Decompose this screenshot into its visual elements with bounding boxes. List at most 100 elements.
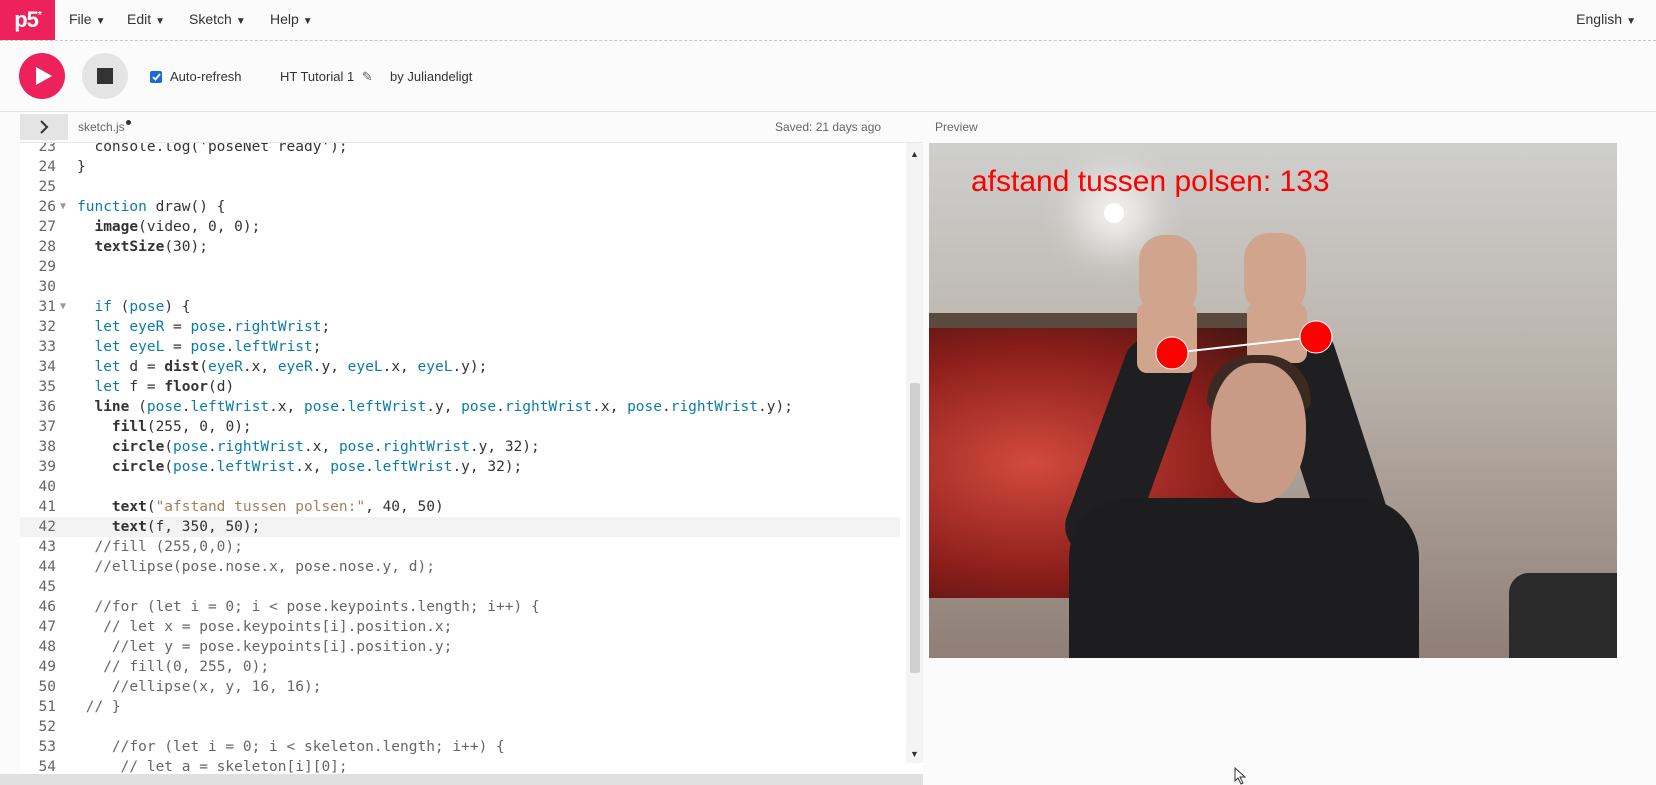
code-line[interactable]: 40 <box>20 477 900 497</box>
code-line[interactable]: 29 <box>20 257 900 277</box>
code-text[interactable]: let d = dist(eyeR.x, eyeR.y, eyeL.x, eye… <box>77 357 487 377</box>
code-text[interactable]: //for (let i = 0; i < pose.keypoints.len… <box>77 597 539 617</box>
code-text[interactable]: fill(255, 0, 0); <box>77 417 252 437</box>
line-number: 41 <box>38 499 56 515</box>
code-editor[interactable]: 23 console.log('poseNet ready'); 24} 25 26 ▼… <box>20 142 923 778</box>
code-text[interactable]: //ellipse(pose.nose.x, pose.nose.y, d); <box>77 557 434 577</box>
code-text[interactable]: // } <box>77 697 121 717</box>
code-line[interactable]: 50 //ellipse(x, y, 16, 16); <box>20 677 900 697</box>
code-text[interactable]: let eyeR = pose.rightWrist; <box>77 317 330 337</box>
code-line[interactable]: 41 text("afstand tussen polsen:", 40, 50… <box>20 497 900 517</box>
code-text[interactable]: console.log('poseNet ready'); <box>77 143 347 157</box>
code-text[interactable]: textSize(30); <box>77 237 208 257</box>
code-line[interactable]: 37 fill(255, 0, 0); <box>20 417 900 437</box>
line-number: 43 <box>38 539 56 555</box>
code-text[interactable]: let eyeL = pose.leftWrist; <box>77 337 321 357</box>
fold-arrow-icon[interactable]: ▼ <box>60 297 66 317</box>
code-line[interactable]: 53 //for (let i = 0; i < skeleton.length… <box>20 737 900 757</box>
code-text[interactable]: function draw() { <box>77 197 225 217</box>
line-number: 38 <box>38 439 56 455</box>
line-number: 51 <box>38 699 56 715</box>
code-line[interactable]: 49 // fill(0, 255, 0); <box>20 657 900 677</box>
autorefresh-toggle[interactable]: Auto-refresh <box>150 69 242 84</box>
code-text[interactable]: // fill(0, 255, 0); <box>77 657 269 677</box>
code-line[interactable]: 51 // } <box>20 697 900 717</box>
code-line[interactable]: 33 let eyeL = pose.leftWrist; <box>20 337 900 357</box>
code-line[interactable]: 23 console.log('poseNet ready'); <box>20 142 900 157</box>
line-number: 28 <box>38 239 56 255</box>
code-line[interactable]: 24} <box>20 157 900 177</box>
code-line[interactable]: 28 textSize(30); <box>20 237 900 257</box>
stop-button[interactable] <box>82 53 128 99</box>
author-byline[interactable]: by Juliandeligt <box>390 69 472 84</box>
code-line[interactable]: 34 let d = dist(eyeR.x, eyeR.y, eyeL.x, … <box>20 357 900 377</box>
preview-canvas[interactable]: afstand tussen polsen: 133 <box>929 143 1617 658</box>
chevron-down-icon: ▼ <box>235 16 246 27</box>
code-line[interactable]: 48 //let y = pose.keypoints[i].position.… <box>20 637 900 657</box>
file-tab[interactable]: sketch.js <box>78 120 131 134</box>
code-text[interactable]: text("afstand tussen polsen:", 40, 50) <box>77 497 444 517</box>
scrollbar-thumb[interactable] <box>910 383 920 673</box>
code-line[interactable]: 35 let f = floor(d) <box>20 377 900 397</box>
code-line[interactable]: 43 //fill (255,0,0); <box>20 537 900 557</box>
chevron-down-icon: ▼ <box>155 16 166 27</box>
code-text[interactable]: //let y = pose.keypoints[i].position.y; <box>77 637 452 657</box>
fold-arrow-icon[interactable]: ▼ <box>60 197 66 217</box>
code-line[interactable]: 32 let eyeR = pose.rightWrist; <box>20 317 900 337</box>
play-button[interactable] <box>19 53 65 99</box>
autorefresh-label: Auto-refresh <box>170 69 242 84</box>
p5-logo[interactable]: p5 * <box>0 0 55 40</box>
code-text[interactable]: text(f, 350, 50); <box>77 517 260 537</box>
file-bar: sketch.js Saved: 21 days ago Preview <box>0 112 1656 142</box>
sketch-name[interactable]: HT Tutorial 1 ✎ <box>280 69 373 85</box>
line-number: 49 <box>38 659 56 675</box>
scroll-up-icon[interactable]: ▲ <box>910 149 919 159</box>
mouse-cursor-icon <box>1234 767 1247 785</box>
code-line[interactable]: 30 <box>20 277 900 297</box>
saved-status: Saved: 21 days ago <box>775 120 882 134</box>
code-line[interactable]: 38 circle(pose.rightWrist.x, pose.rightW… <box>20 437 900 457</box>
code-line[interactable]: 39 circle(pose.leftWrist.x, pose.leftWri… <box>20 457 900 477</box>
pencil-icon[interactable]: ✎ <box>362 69 373 84</box>
menu-file[interactable]: File ▼ <box>69 11 105 27</box>
code-text[interactable]: let f = floor(d) <box>77 377 234 397</box>
code-text[interactable]: line (pose.leftWrist.x, pose.leftWrist.y… <box>77 397 792 417</box>
code-line[interactable]: 31 ▼ if (pose) { <box>20 297 900 317</box>
editor-scrollbar[interactable]: ▲ ▼ <box>906 143 923 763</box>
code-line[interactable]: 46 //for (let i = 0; i < pose.keypoints.… <box>20 597 900 617</box>
sidebar-toggle-button[interactable] <box>20 114 68 140</box>
code-text[interactable]: // let x = pose.keypoints[i].position.x; <box>77 617 452 637</box>
checkbox-checked-icon[interactable] <box>150 70 162 83</box>
menu-sketch[interactable]: Sketch ▼ <box>189 11 246 27</box>
line-number: 44 <box>38 559 56 575</box>
left-wrist-circle <box>1299 320 1333 354</box>
horizontal-scrollbar[interactable] <box>0 774 923 785</box>
line-number: 36 <box>38 399 56 415</box>
code-line[interactable]: 27 image(video, 0, 0); <box>20 217 900 237</box>
code-line[interactable]: 36 line (pose.leftWrist.x, pose.leftWris… <box>20 397 900 417</box>
code-text[interactable]: circle(pose.leftWrist.x, pose.leftWrist.… <box>77 457 522 477</box>
code-line[interactable]: 26 ▼ function draw() { <box>20 197 900 217</box>
line-number: 23 <box>38 142 56 155</box>
menu-edit[interactable]: Edit ▼ <box>127 11 165 27</box>
code-line[interactable]: 45 <box>20 577 900 597</box>
code-line[interactable]: 25 <box>20 177 900 197</box>
language-menu[interactable]: English ▼ <box>1576 11 1636 27</box>
code-line[interactable]: 52 <box>20 717 900 737</box>
code-text[interactable]: if (pose) { <box>77 297 190 317</box>
line-number: 52 <box>38 719 56 735</box>
chevron-down-icon: ▼ <box>1626 16 1636 27</box>
code-text[interactable]: //ellipse(x, y, 16, 16); <box>77 677 322 697</box>
scroll-down-icon[interactable]: ▼ <box>910 749 919 759</box>
menu-help[interactable]: Help ▼ <box>270 11 313 27</box>
code-line[interactable]: 44 //ellipse(pose.nose.x, pose.nose.y, d… <box>20 557 900 577</box>
line-number: 31 <box>38 299 56 315</box>
code-text[interactable]: image(video, 0, 0); <box>77 217 260 237</box>
code-text[interactable]: //for (let i = 0; i < skeleton.length; i… <box>77 737 505 757</box>
line-number: 24 <box>38 159 56 175</box>
code-line[interactable]: 42 text(f, 350, 50); <box>20 517 900 537</box>
code-text[interactable]: } <box>77 157 86 177</box>
code-text[interactable]: circle(pose.rightWrist.x, pose.rightWris… <box>77 437 540 457</box>
code-line[interactable]: 47 // let x = pose.keypoints[i].position… <box>20 617 900 637</box>
code-text[interactable]: //fill (255,0,0); <box>77 537 242 557</box>
